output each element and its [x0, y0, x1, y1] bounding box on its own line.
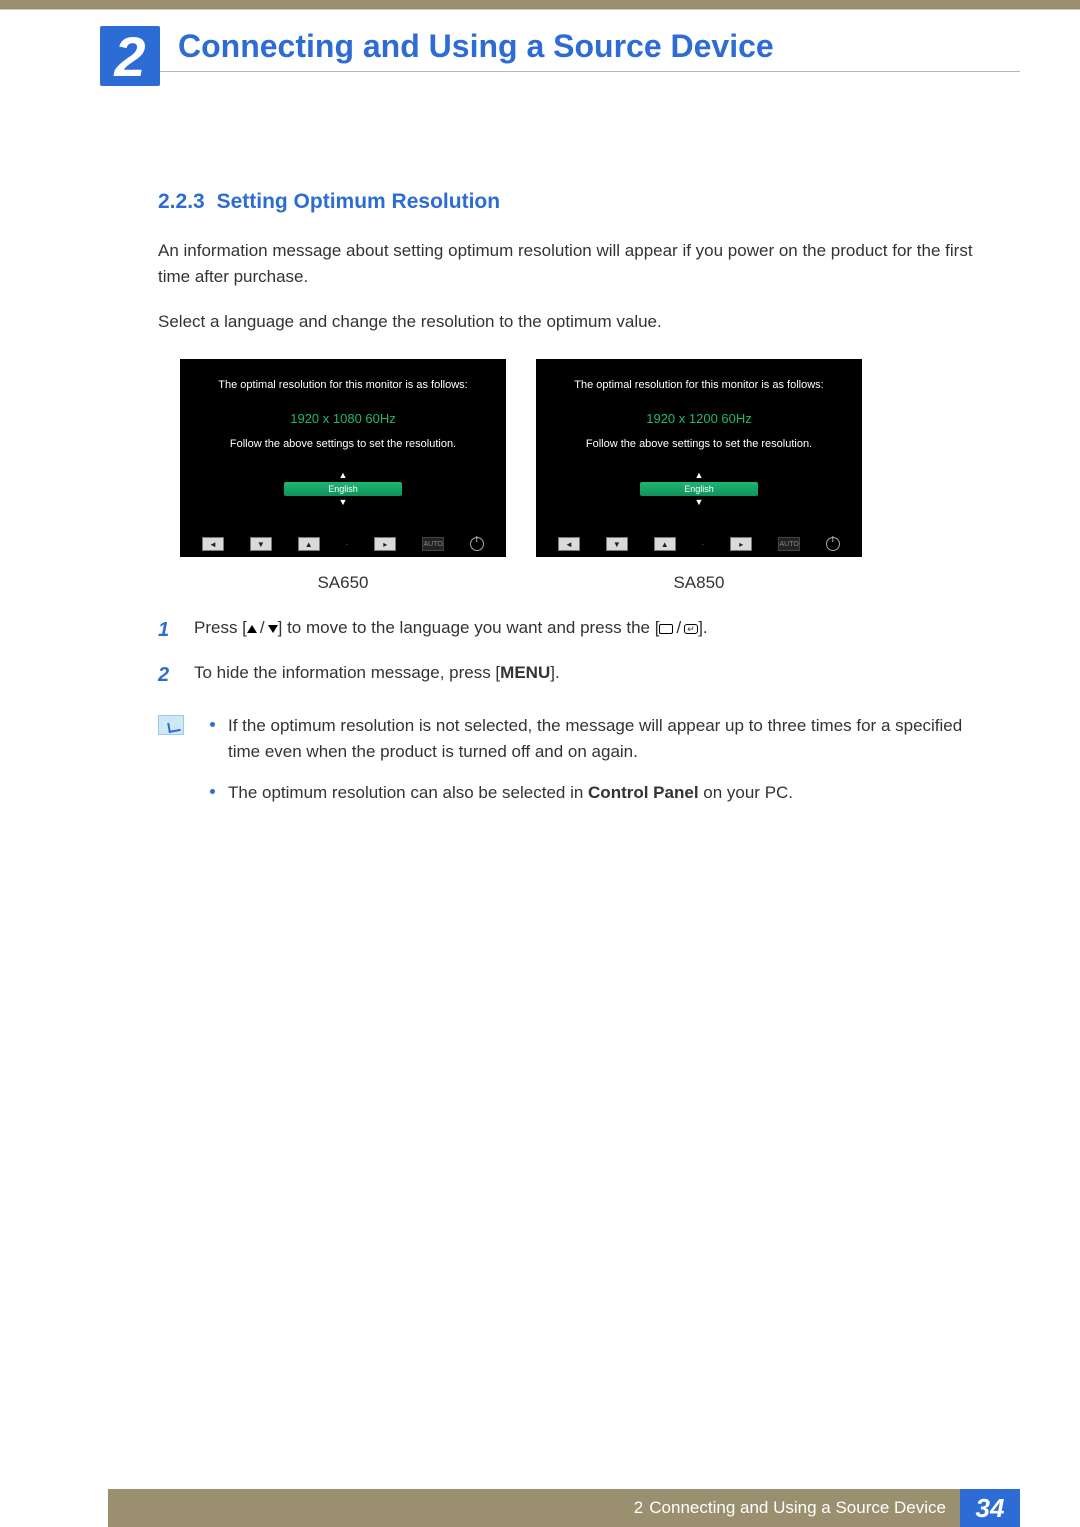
osd-enter-button: ▸ [374, 537, 396, 551]
osd-follow: Follow the above settings to set the res… [544, 438, 854, 450]
osd-panel-sa650: The optimal resolution for this monitor … [180, 359, 506, 557]
osd-dot: · [701, 539, 704, 549]
note-item: The optimum resolution can also be selec… [206, 780, 984, 806]
osd-dot: · [345, 539, 348, 549]
step-2: 2 To hide the information message, press… [158, 660, 984, 691]
osd-resolution: 1920 x 1080 60Hz [188, 411, 498, 426]
panel-label-sa850: SA850 [536, 573, 862, 593]
step1-post: ]. [698, 618, 707, 637]
note2-pre: The optimum resolution can also be selec… [228, 783, 588, 802]
numbered-steps: 1 Press [/] to move to the language you … [158, 615, 984, 691]
osd-language-selector: ▲ English ▼ [284, 471, 402, 507]
note-block: If the optimum resolution is not selecte… [158, 713, 984, 820]
osd-follow: Follow the above settings to set the res… [188, 438, 498, 450]
section-title: Setting Optimum Resolution [217, 190, 501, 213]
step2-menu: MENU [500, 663, 550, 682]
chevron-down-icon: ▼ [640, 498, 758, 507]
up-down-icons: / [247, 615, 278, 641]
osd-intro: The optimal resolution for this monitor … [188, 377, 498, 395]
footer-bar: 2 Connecting and Using a Source Device [108, 1489, 960, 1527]
footer-chapter-title: Connecting and Using a Source Device [649, 1498, 946, 1518]
osd-enter-button: ▸ [730, 537, 752, 551]
osd-down-button: ▼ [606, 537, 628, 551]
chapter-number-badge: 2 [100, 26, 160, 86]
step2-pre: To hide the information message, press [ [194, 663, 500, 682]
step-text: Press [/] to move to the language you wa… [194, 615, 708, 646]
osd-intro: The optimal resolution for this monitor … [544, 377, 854, 395]
chapter-title: Connecting and Using a Source Device [178, 28, 774, 65]
osd-auto-button: AUTO [422, 537, 444, 551]
top-stripe [0, 0, 1080, 10]
step1-pre: Press [ [194, 618, 247, 637]
note-item: If the optimum resolution is not selecte… [206, 713, 984, 766]
page-number: 34 [960, 1489, 1020, 1527]
note-list: If the optimum resolution is not selecte… [206, 713, 984, 820]
intro-paragraph-2: Select a language and change the resolut… [158, 309, 984, 335]
osd-up-button: ▲ [298, 537, 320, 551]
note2-post: on your PC. [699, 783, 794, 802]
step2-post: ]. [550, 663, 559, 682]
note-icon [158, 715, 184, 735]
chevron-down-icon: ▼ [284, 498, 402, 507]
osd-language-value: English [640, 482, 758, 496]
osd-resolution: 1920 x 1200 60Hz [544, 411, 854, 426]
osd-panels-row: The optimal resolution for this monitor … [158, 359, 984, 593]
osd-down-button: ▼ [250, 537, 272, 551]
triangle-up-icon [247, 625, 257, 633]
osd-button-row: ◄ ▼ ▲ · ▸ AUTO [180, 537, 506, 551]
enter-icon [684, 624, 698, 634]
step1-mid: ] to move to the language you want and p… [278, 618, 660, 637]
step-number: 2 [158, 660, 176, 691]
step-number: 1 [158, 615, 176, 646]
note2-bold: Control Panel [588, 783, 699, 802]
osd-language-value: English [284, 482, 402, 496]
osd-button-row: ◄ ▼ ▲ · ▸ AUTO [536, 537, 862, 551]
step-1: 1 Press [/] to move to the language you … [158, 615, 984, 646]
osd-panel-sa850-wrap: The optimal resolution for this monitor … [536, 359, 862, 593]
page-content: 2.2.3 Setting Optimum Resolution An info… [158, 190, 984, 820]
source-icon [659, 624, 673, 634]
panel-label-sa650: SA650 [180, 573, 506, 593]
osd-left-button: ◄ [558, 537, 580, 551]
page-footer: 2 Connecting and Using a Source Device 3… [0, 1489, 1080, 1527]
chevron-up-icon: ▲ [640, 471, 758, 480]
chevron-up-icon: ▲ [284, 471, 402, 480]
power-icon [470, 537, 484, 551]
section-heading: 2.2.3 Setting Optimum Resolution [158, 190, 984, 214]
osd-left-button: ◄ [202, 537, 224, 551]
osd-language-selector: ▲ English ▼ [640, 471, 758, 507]
power-icon [826, 537, 840, 551]
osd-up-button: ▲ [654, 537, 676, 551]
source-enter-icons: / [659, 615, 698, 641]
chapter-header: 2 Connecting and Using a Source Device [108, 28, 1020, 72]
footer-chapter-number: 2 [634, 1498, 643, 1518]
step-text: To hide the information message, press [… [194, 660, 560, 691]
osd-auto-button: AUTO [778, 537, 800, 551]
osd-panel-sa850: The optimal resolution for this monitor … [536, 359, 862, 557]
intro-paragraph-1: An information message about setting opt… [158, 238, 984, 291]
section-number: 2.2.3 [158, 190, 205, 213]
osd-panel-sa650-wrap: The optimal resolution for this monitor … [180, 359, 506, 593]
triangle-down-icon [268, 625, 278, 633]
